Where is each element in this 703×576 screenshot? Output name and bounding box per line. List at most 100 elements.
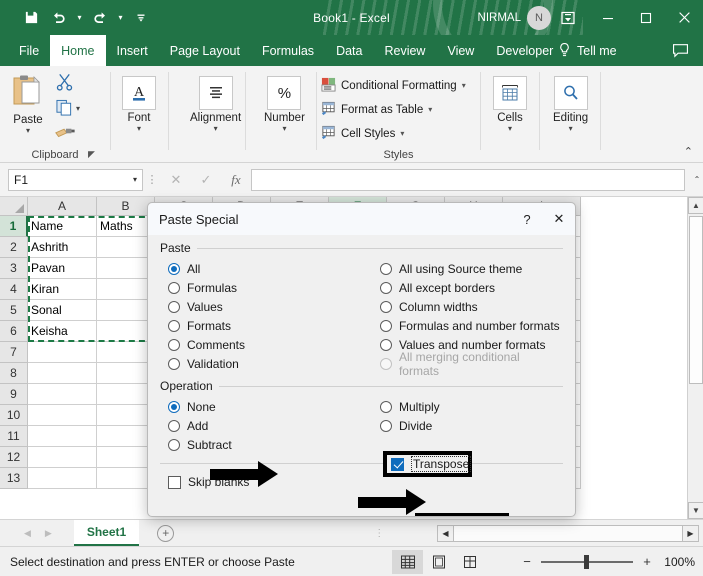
zoom-in-button[interactable]: +: [641, 554, 653, 569]
radio-icon[interactable]: [168, 401, 180, 413]
vertical-scrollbar[interactable]: ▲ ▼: [687, 197, 703, 519]
cell-styles-button[interactable]: Cell Styles ▾: [321, 123, 466, 144]
horizontal-scroll-track[interactable]: [454, 525, 682, 542]
tab-view[interactable]: View: [436, 35, 485, 66]
tab-page-layout[interactable]: Page Layout: [159, 35, 251, 66]
paste-option-values[interactable]: Values: [160, 297, 372, 316]
clipboard-dialog-launcher[interactable]: ◤: [88, 149, 95, 160]
operation-option-multiply[interactable]: Multiply: [372, 397, 440, 416]
name-box[interactable]: F1 ▾: [8, 169, 143, 191]
editing-chevron-down-icon[interactable]: ▾: [569, 125, 573, 133]
undo-chevron-down-icon[interactable]: ▾: [74, 5, 85, 31]
radio-icon[interactable]: [168, 439, 180, 451]
row-header-5[interactable]: 5: [0, 300, 28, 321]
paste-option-comments[interactable]: Comments: [160, 335, 372, 354]
alignment-chevron-down-icon[interactable]: ▾: [214, 125, 218, 133]
zoom-out-button[interactable]: −: [521, 554, 533, 569]
paste-option-formulas-and-number-formats[interactable]: Formulas and number formats: [372, 316, 563, 335]
cell-A7[interactable]: [28, 342, 97, 363]
number-button[interactable]: % Number ▾: [264, 76, 305, 133]
dialog-help-icon[interactable]: ?: [511, 203, 543, 235]
row-header-9[interactable]: 9: [0, 384, 28, 405]
radio-icon[interactable]: [380, 301, 392, 313]
tab-file[interactable]: File: [8, 35, 50, 66]
tab-formulas[interactable]: Formulas: [251, 35, 325, 66]
radio-icon[interactable]: [168, 263, 180, 275]
cell-A13[interactable]: [28, 468, 97, 489]
paste-option-formulas[interactable]: Formulas: [160, 278, 372, 297]
column-header-a[interactable]: A: [28, 197, 97, 216]
tell-me-box[interactable]: Tell me: [558, 35, 617, 66]
paste-option-all-except-borders[interactable]: All except borders: [372, 278, 563, 297]
cell-A11[interactable]: [28, 426, 97, 447]
row-header-8[interactable]: 8: [0, 363, 28, 384]
scroll-up-icon[interactable]: ▲: [688, 197, 703, 214]
row-header-11[interactable]: 11: [0, 426, 28, 447]
save-icon[interactable]: [18, 5, 44, 31]
paste-option-formats[interactable]: Formats: [160, 316, 372, 335]
cell-A10[interactable]: [28, 405, 97, 426]
scroll-right-icon[interactable]: ▶: [682, 525, 699, 542]
font-chevron-down-icon[interactable]: ▾: [137, 125, 141, 133]
transpose-checkbox[interactable]: [391, 458, 404, 471]
skip-blanks-checkbox[interactable]: [168, 476, 181, 489]
formula-bar-handle[interactable]: ⋮: [143, 173, 161, 186]
row-header-6[interactable]: 6: [0, 321, 28, 342]
cell-A8[interactable]: [28, 363, 97, 384]
radio-icon[interactable]: [168, 320, 180, 332]
radio-icon[interactable]: [168, 301, 180, 313]
normal-view-icon[interactable]: [392, 550, 423, 574]
redo-icon[interactable]: [87, 5, 113, 31]
paste-option-validation[interactable]: Validation: [160, 354, 372, 373]
row-header-7[interactable]: 7: [0, 342, 28, 363]
cell-A9[interactable]: [28, 384, 97, 405]
sheet-tab-sheet1[interactable]: Sheet1: [74, 520, 139, 546]
font-button[interactable]: A Font ▾: [122, 76, 156, 133]
comments-icon[interactable]: [672, 35, 689, 66]
operation-option-add[interactable]: Add: [160, 416, 372, 435]
name-box-chevron-down-icon[interactable]: ▾: [133, 175, 137, 184]
cells-chevron-down-icon[interactable]: ▾: [508, 125, 512, 133]
tab-data[interactable]: Data: [325, 35, 373, 66]
expand-formula-bar-icon[interactable]: ⌃: [691, 175, 703, 184]
customize-qat-icon[interactable]: [128, 5, 154, 31]
tab-insert[interactable]: Insert: [106, 35, 159, 66]
skip-blanks-row[interactable]: Skip blanks: [160, 471, 563, 493]
horizontal-scrollbar[interactable]: ◀ ▶: [437, 525, 699, 542]
cell-A5[interactable]: Sonal: [28, 300, 97, 321]
radio-icon[interactable]: [380, 420, 392, 432]
select-all-corner[interactable]: [0, 197, 28, 216]
sheet-next-icon[interactable]: ▶: [45, 528, 52, 539]
undo-icon[interactable]: [46, 5, 72, 31]
row-header-2[interactable]: 2: [0, 237, 28, 258]
radio-icon[interactable]: [380, 320, 392, 332]
minimize-icon[interactable]: [589, 0, 627, 35]
row-header-3[interactable]: 3: [0, 258, 28, 279]
radio-icon[interactable]: [168, 420, 180, 432]
cell-styles-chevron-down-icon[interactable]: ▾: [400, 129, 404, 138]
sheet-prev-icon[interactable]: ◀: [24, 528, 31, 539]
conditional-formatting-chevron-down-icon[interactable]: ▾: [462, 81, 466, 90]
radio-icon[interactable]: [380, 282, 392, 294]
scroll-down-icon[interactable]: ▼: [688, 502, 703, 519]
vertical-scroll-thumb[interactable]: [689, 216, 703, 384]
copy-chevron-down-icon[interactable]: ▾: [76, 104, 80, 113]
page-layout-view-icon[interactable]: [423, 550, 454, 574]
copy-icon[interactable]: [56, 99, 73, 119]
format-as-table-chevron-down-icon[interactable]: ▾: [428, 105, 432, 114]
operation-option-divide[interactable]: Divide: [372, 416, 440, 435]
cancel-button[interactable]: Cancel: [516, 516, 576, 517]
account-area[interactable]: NIRMAL N: [478, 0, 551, 35]
ribbon-display-options-icon[interactable]: [547, 0, 589, 35]
add-sheet-icon[interactable]: +: [157, 525, 174, 542]
row-header-1[interactable]: 1: [0, 216, 28, 237]
format-as-table-button[interactable]: Format as Table ▾: [321, 99, 466, 120]
maximize-icon[interactable]: [627, 0, 665, 35]
paste-button[interactable]: Paste ▾: [10, 73, 46, 135]
alignment-button[interactable]: Alignment ▾: [190, 76, 241, 133]
paste-option-all[interactable]: All: [160, 259, 372, 278]
number-chevron-down-icon[interactable]: ▾: [282, 125, 286, 133]
operation-option-none[interactable]: None: [160, 397, 372, 416]
cut-icon[interactable]: [55, 72, 74, 94]
radio-icon[interactable]: [168, 282, 180, 294]
